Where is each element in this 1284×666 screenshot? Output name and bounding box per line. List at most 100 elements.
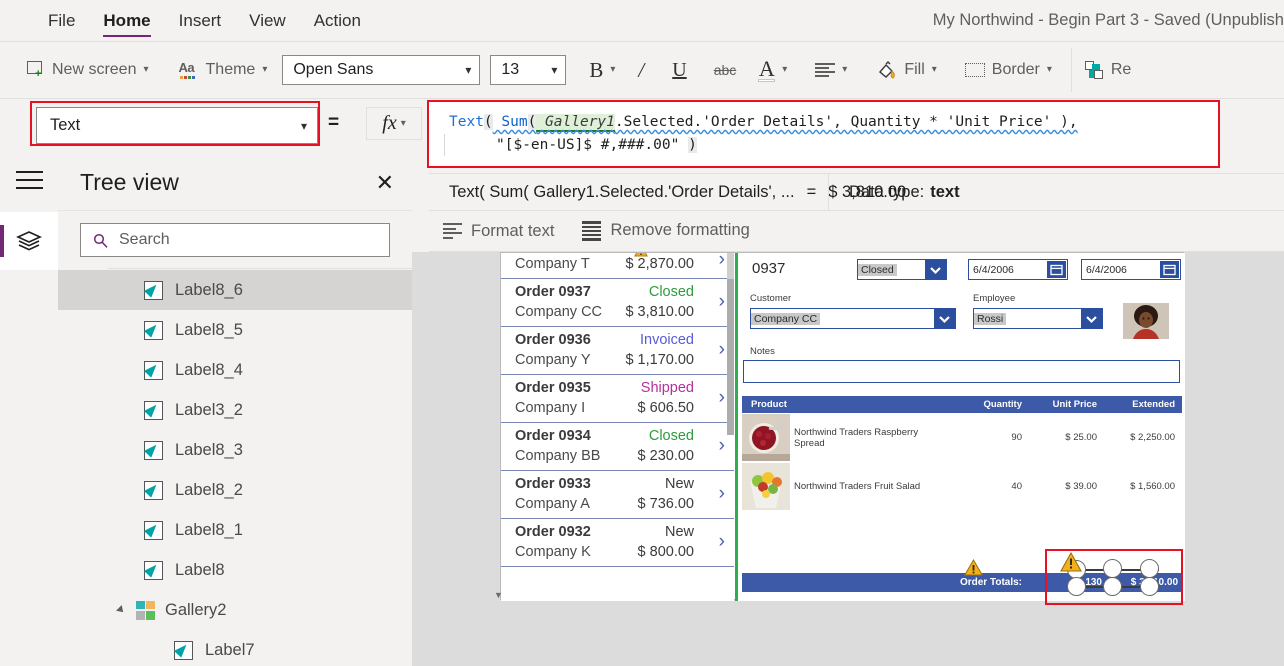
border-button[interactable]: Border ▾ bbox=[956, 50, 1061, 90]
formula-input[interactable]: Text( Sum( Gallery1.Selected.'Order Deta… bbox=[431, 104, 1216, 164]
menu-item-action[interactable]: Action bbox=[300, 0, 375, 41]
tree-item-label3-2[interactable]: Label3_2 bbox=[58, 390, 412, 430]
order-date-field[interactable]: 6/4/2006 bbox=[968, 259, 1068, 280]
tree-item-label: Label8_2 bbox=[175, 480, 243, 499]
resize-handle-se[interactable] bbox=[1140, 577, 1159, 596]
gallery-order-id: Order 0934 bbox=[515, 428, 591, 444]
gallery-row[interactable]: Order 0932 New Company K $ 800.00 › bbox=[501, 519, 734, 567]
bold-icon: B bbox=[589, 57, 604, 82]
expand-caret-icon[interactable] bbox=[116, 605, 126, 615]
status-dropdown[interactable]: Closed bbox=[857, 259, 947, 280]
hamburger-icon[interactable] bbox=[16, 171, 43, 189]
font-color-button[interactable]: A ▾ bbox=[749, 50, 796, 90]
new-screen-button[interactable]: + New screen ▾ bbox=[18, 50, 158, 90]
chevron-right-icon[interactable]: › bbox=[719, 291, 725, 313]
fill-button[interactable]: Fill ▾ bbox=[868, 50, 945, 90]
tree-item-list[interactable]: Label8_6 Label8_5 Label8_4 Label3_2 Labe… bbox=[58, 270, 412, 666]
warning-icon[interactable] bbox=[1060, 551, 1082, 572]
chevron-right-icon[interactable]: › bbox=[719, 387, 725, 409]
menu-bar: File Home Insert View Action My Northwin… bbox=[0, 0, 1284, 41]
fx-icon: fx bbox=[382, 112, 397, 134]
tree-item-label7[interactable]: Label7 bbox=[58, 630, 412, 666]
employee-dropdown[interactable]: Rossi bbox=[973, 308, 1103, 329]
tree-item-label8-3[interactable]: Label8_3 bbox=[58, 430, 412, 470]
orders-gallery[interactable]: Company T $ 2,870.00 › Order 0937 Closed… bbox=[501, 253, 734, 601]
search-input[interactable]: Search bbox=[80, 223, 390, 257]
column-header-quantity: Quantity bbox=[983, 399, 1022, 410]
tree-item-label8-4[interactable]: Label8_4 bbox=[58, 350, 412, 390]
formula-fn-sum: Sum bbox=[492, 114, 528, 130]
gallery-row[interactable]: Order 0933 New Company A $ 736.00 › bbox=[501, 471, 734, 519]
datatype-label: Data type: bbox=[849, 182, 925, 201]
bold-button[interactable]: B ▾ bbox=[580, 50, 624, 90]
resize-handle-sw[interactable] bbox=[1067, 577, 1086, 596]
fx-button[interactable]: fx ▾ bbox=[366, 107, 422, 140]
menu-item-home[interactable]: Home bbox=[89, 0, 164, 41]
reorder-button[interactable]: Re bbox=[1076, 50, 1140, 90]
warning-icon bbox=[634, 253, 648, 257]
product-quantity: 40 bbox=[1011, 481, 1022, 492]
close-icon[interactable]: ✕ bbox=[376, 171, 394, 194]
chevron-right-icon[interactable]: › bbox=[719, 435, 725, 457]
chevron-down-icon bbox=[934, 309, 955, 328]
strikethrough-button[interactable]: abc bbox=[701, 50, 750, 90]
align-button[interactable]: ▾ bbox=[804, 50, 858, 90]
rail-tab-tree-view[interactable] bbox=[0, 212, 58, 270]
tree-item-label8-6[interactable]: Label8_6 bbox=[58, 270, 412, 310]
chevron-down-icon: ▾ bbox=[551, 63, 558, 77]
tree-item-label8[interactable]: Label8 bbox=[58, 550, 412, 590]
tree-item-label8-2[interactable]: Label8_2 bbox=[58, 470, 412, 510]
theme-button[interactable]: Aa Theme ▾ bbox=[170, 50, 277, 90]
format-strip: Format text Remove formatting bbox=[429, 211, 1284, 252]
chevron-right-icon[interactable]: › bbox=[719, 339, 725, 361]
gallery-row[interactable]: Company T $ 2,870.00 › bbox=[501, 253, 734, 279]
gallery-row-line2: Company A $ 736.00 bbox=[515, 496, 694, 512]
property-select[interactable]: Text ▾ bbox=[36, 107, 318, 144]
resize-handle-ne[interactable] bbox=[1140, 559, 1159, 578]
notes-input[interactable] bbox=[743, 360, 1180, 383]
chevron-down-icon: ▾ bbox=[610, 64, 616, 75]
resize-handle-n[interactable] bbox=[1103, 559, 1122, 578]
menu-item-view[interactable]: View bbox=[235, 0, 300, 41]
tree-item-label8-5[interactable]: Label8_5 bbox=[58, 310, 412, 350]
result-equals: = bbox=[806, 182, 817, 201]
gallery-row[interactable]: Order 0937 Closed Company CC $ 3,810.00 … bbox=[501, 279, 734, 327]
table-row[interactable]: Northwind Traders Fruit Salad 40 $ 39.00… bbox=[742, 462, 1182, 511]
gallery-row[interactable]: Order 0935 Shipped Company I $ 606.50 › bbox=[501, 375, 734, 423]
required-date-field[interactable]: 6/4/2006 bbox=[1081, 259, 1181, 280]
order-date-value: 6/4/2006 bbox=[973, 263, 1014, 276]
format-text-button[interactable]: Format text bbox=[443, 222, 554, 241]
menu-item-insert[interactable]: Insert bbox=[165, 0, 236, 41]
order-details-table[interactable]: Product Quantity Unit Price Extended Nor… bbox=[742, 396, 1182, 511]
gallery-row[interactable]: Order 0936 Invoiced Company Y $ 1,170.00… bbox=[501, 327, 734, 375]
table-row[interactable]: Northwind Traders Raspberry Spread 90 $ … bbox=[742, 413, 1182, 462]
tree-item-gallery2[interactable]: Gallery2 bbox=[58, 590, 412, 630]
equals-sign: = bbox=[328, 112, 340, 133]
font-size-value: 13 bbox=[501, 61, 520, 78]
font-size-select[interactable]: 13 ▾ bbox=[490, 55, 567, 85]
gallery-scrollbar-track[interactable] bbox=[727, 253, 734, 279]
italic-icon: / bbox=[638, 57, 645, 82]
chevron-down-icon bbox=[1081, 309, 1102, 328]
chevron-right-icon[interactable]: › bbox=[719, 253, 725, 271]
resize-handle-s[interactable] bbox=[1103, 577, 1122, 596]
underline-button[interactable]: U bbox=[658, 50, 700, 90]
gallery-scrollbar-thumb[interactable] bbox=[727, 279, 734, 435]
italic-button[interactable]: / bbox=[624, 50, 658, 90]
gallery-amount: $ 230.00 bbox=[637, 448, 694, 464]
employee-avatar bbox=[1123, 303, 1169, 339]
customer-dropdown[interactable]: Company CC bbox=[750, 308, 956, 329]
tree-item-label8-1[interactable]: Label8_1 bbox=[58, 510, 412, 550]
font-family-select[interactable]: Open Sans ▾ bbox=[282, 55, 481, 85]
order-number-label: 0937 bbox=[752, 260, 786, 277]
screen-preview[interactable]: Company T $ 2,870.00 › Order 0937 Closed… bbox=[500, 252, 1185, 601]
chevron-right-icon[interactable]: › bbox=[719, 483, 725, 505]
remove-formatting-button[interactable]: Remove formatting bbox=[582, 221, 750, 241]
gallery-status: Shipped bbox=[640, 380, 694, 396]
chevron-right-icon[interactable]: › bbox=[719, 531, 725, 553]
gallery-row[interactable]: Order 0934 Closed Company BB $ 230.00 › bbox=[501, 423, 734, 471]
menu-item-file[interactable]: File bbox=[34, 0, 89, 41]
gallery-amount: $ 3,810.00 bbox=[625, 304, 694, 320]
formula-result-bar: Text( Sum( Gallery1.Selected.'Order Deta… bbox=[429, 173, 1284, 211]
font-family-value: Open Sans bbox=[293, 61, 374, 78]
